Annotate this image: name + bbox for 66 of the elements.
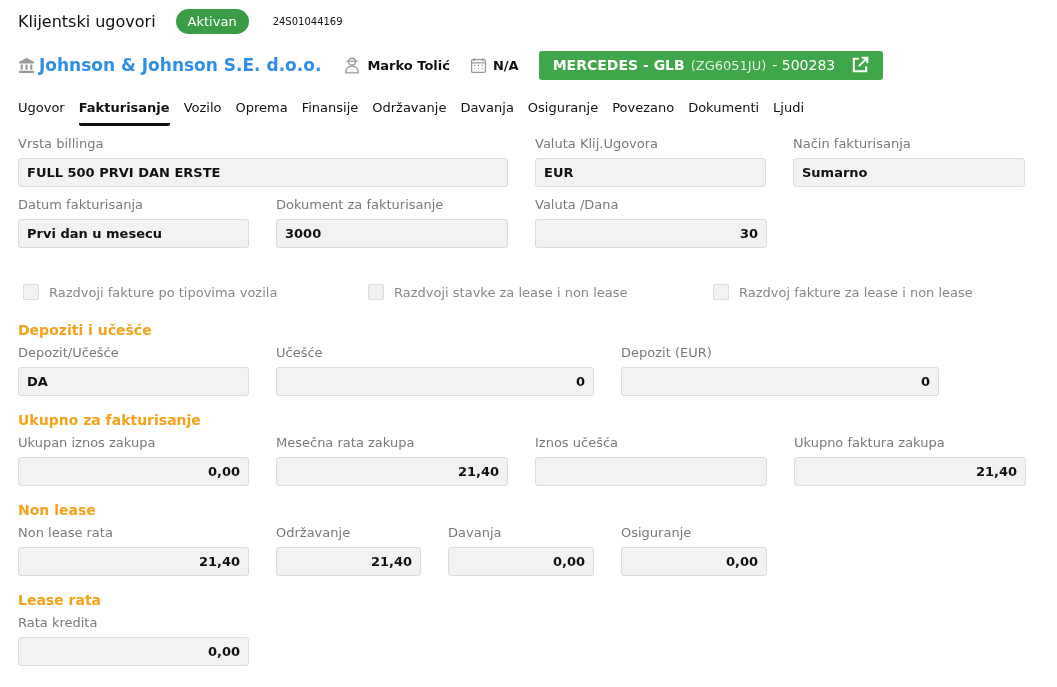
input-field[interactable]: DA bbox=[18, 367, 249, 396]
person-name: Marko Tolić bbox=[367, 57, 450, 73]
checkbox-label: Razdvoji fakture po tipovima vozila bbox=[49, 284, 278, 300]
checkbox-label: Razdvoji stavke za lease i non lease bbox=[394, 284, 628, 300]
tab[interactable]: Vozilo bbox=[183, 92, 222, 126]
input-field[interactable]: 21,40 bbox=[276, 547, 421, 576]
external-link-icon bbox=[851, 56, 870, 74]
input-field[interactable]: Prvi dan u mesecu bbox=[18, 219, 249, 248]
field-label: Depozit/Učešće bbox=[18, 344, 120, 361]
tab[interactable]: Ljudi bbox=[773, 92, 805, 126]
tab[interactable]: Finansije bbox=[301, 92, 359, 126]
checkbox[interactable] bbox=[368, 284, 384, 300]
input-field[interactable]: 0,00 bbox=[18, 457, 249, 486]
field-label: Mesečna rata zakupa bbox=[276, 434, 416, 451]
input-field[interactable]: 30 bbox=[535, 219, 767, 248]
section-heading: Non lease bbox=[18, 502, 97, 520]
tab[interactable]: Održavanje bbox=[372, 92, 447, 126]
input-field[interactable]: FULL 500 PRVI DAN ERSTE bbox=[18, 158, 508, 187]
date-value: N/A bbox=[493, 57, 519, 73]
input-field[interactable]: 0,00 bbox=[18, 637, 249, 666]
section-heading: Lease rata bbox=[18, 592, 103, 610]
input-field[interactable] bbox=[535, 457, 767, 486]
input-field[interactable]: 3000 bbox=[276, 219, 508, 248]
tab[interactable]: Ugovor bbox=[18, 92, 65, 126]
tab[interactable]: Fakturisanje bbox=[78, 92, 170, 126]
contract-number: 24S01044169 bbox=[272, 15, 343, 27]
field-label: Način fakturisanja bbox=[793, 135, 912, 152]
section-heading: Depoziti i učešće bbox=[18, 322, 153, 340]
field-label: Dokument za fakturisanje bbox=[276, 196, 445, 213]
input-field[interactable]: 21,40 bbox=[794, 457, 1026, 486]
input-field[interactable]: 21,40 bbox=[276, 457, 508, 486]
tab[interactable]: Dokumenti bbox=[688, 92, 760, 126]
status-badge: Aktivan bbox=[175, 8, 249, 34]
checkbox[interactable] bbox=[713, 284, 729, 300]
field-label: Davanja bbox=[448, 524, 503, 541]
field-label: Iznos učešća bbox=[535, 434, 620, 451]
checkbox[interactable] bbox=[23, 284, 39, 300]
field-label: Osiguranje bbox=[621, 524, 693, 541]
input-field[interactable]: 0,00 bbox=[621, 547, 767, 576]
bank-icon bbox=[18, 56, 35, 74]
person-icon bbox=[343, 56, 362, 74]
field-label: Valuta /Dana bbox=[535, 196, 620, 213]
tab[interactable]: Davanja bbox=[460, 92, 514, 126]
field-label: Održavanje bbox=[276, 524, 352, 541]
field-label: Non lease rata bbox=[18, 524, 114, 541]
field-label: Ukupan iznos zakupa bbox=[18, 434, 157, 451]
field-label: Učešće bbox=[276, 344, 324, 361]
tab[interactable]: Povezano bbox=[612, 92, 675, 126]
input-field[interactable]: EUR bbox=[535, 158, 766, 187]
input-field[interactable]: 0 bbox=[276, 367, 594, 396]
section-heading: Ukupno za fakturisanje bbox=[18, 412, 202, 430]
field-label: Rata kredita bbox=[18, 614, 99, 631]
field-label: Vrsta billinga bbox=[18, 135, 105, 152]
page-title: Klijentski ugovori bbox=[18, 11, 156, 31]
input-field[interactable]: 0 bbox=[621, 367, 939, 396]
input-field[interactable]: 21,40 bbox=[18, 547, 249, 576]
field-label: Depozit (EUR) bbox=[621, 344, 713, 361]
input-field[interactable]: 0,00 bbox=[448, 547, 594, 576]
tab[interactable]: Oprema bbox=[235, 92, 288, 126]
field-label: Ukupno faktura zakupa bbox=[794, 434, 946, 451]
calendar-icon bbox=[470, 56, 487, 74]
input-field[interactable]: Sumarno bbox=[793, 158, 1025, 187]
field-label: Valuta Klij.Ugovora bbox=[535, 135, 660, 152]
field-label: Datum fakturisanja bbox=[18, 196, 145, 213]
tab[interactable]: Osiguranje bbox=[527, 92, 599, 126]
checkbox-label: Razdvoj fakture za lease i non lease bbox=[739, 284, 973, 300]
